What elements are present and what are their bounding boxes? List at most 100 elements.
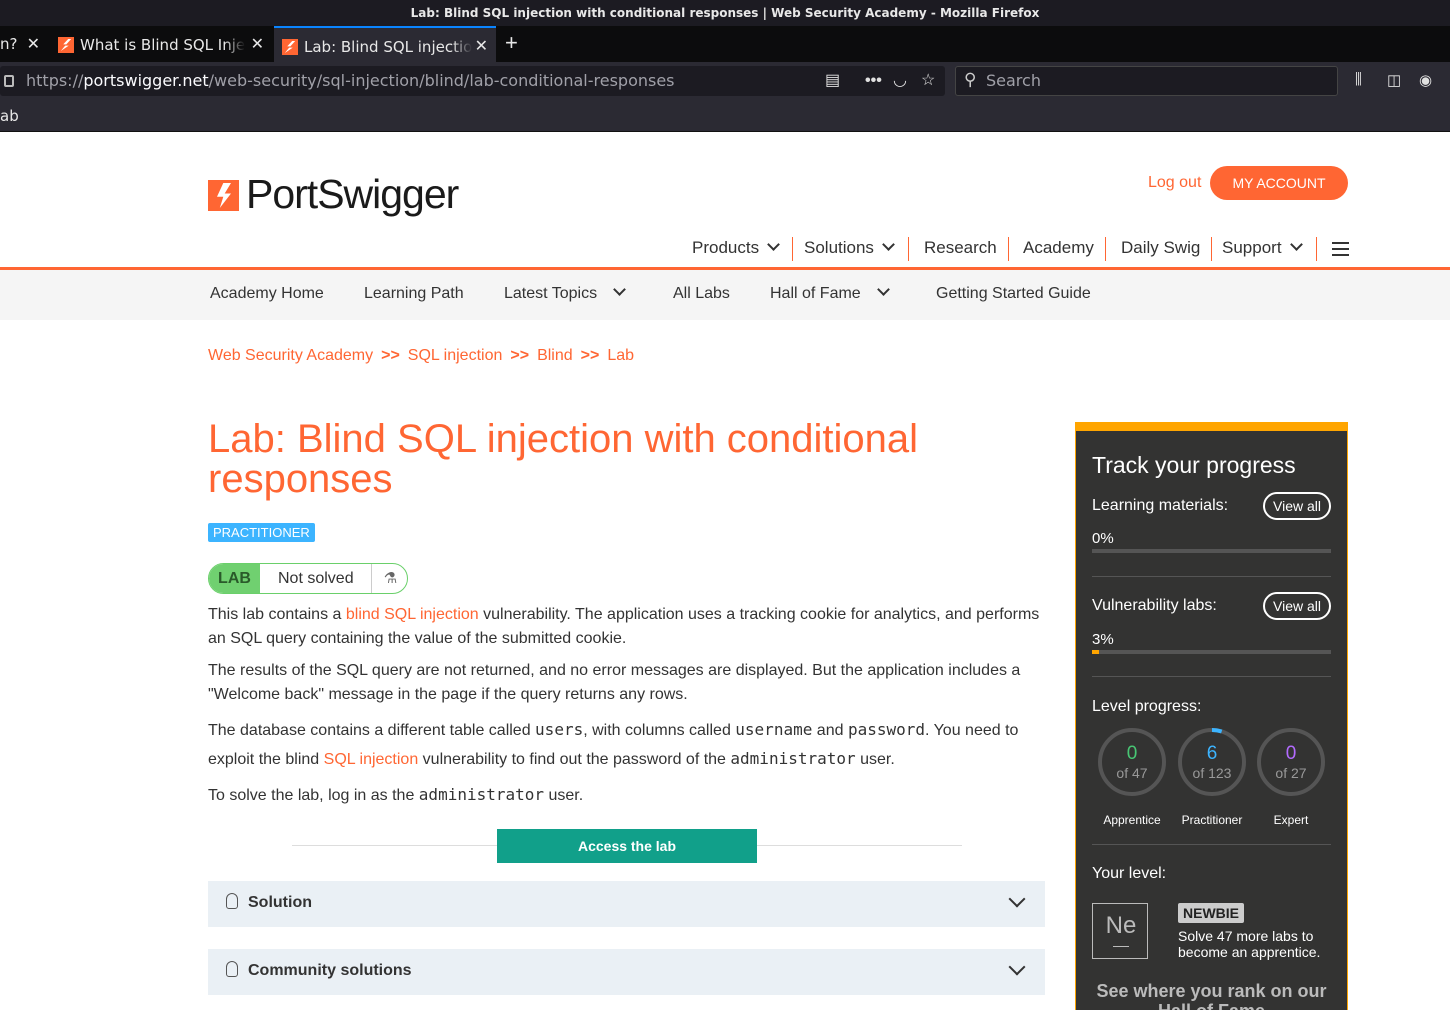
lab-description-3: The database contains a different table …: [208, 720, 1019, 768]
lightbulb-icon: [226, 961, 238, 977]
lab-description-4: To solve the lab, log in as the administ…: [208, 785, 584, 804]
solution-accordion[interactable]: Solution: [208, 881, 1045, 927]
access-lab-button[interactable]: Access the lab: [497, 829, 757, 863]
breadcrumb: Web Security Academy >> SQL injection >> Bli…: [208, 347, 634, 365]
subnav-latest-topics[interactable]: Latest Topics: [504, 283, 626, 303]
url-text[interactable]: https://portswigger.net/web-security/sql…: [26, 66, 675, 96]
view-all-labs-button[interactable]: View all: [1263, 592, 1331, 620]
community-solutions-accordion[interactable]: Community solutions: [208, 949, 1045, 995]
labs-progress-bar: [1092, 650, 1331, 654]
nav-divider: [1008, 237, 1009, 261]
page: PortSwigger Log out MY ACCOUNT Products …: [0, 133, 1450, 1010]
subnav-hall-of-fame[interactable]: Hall of Fame: [770, 283, 890, 303]
lab-status: Not solved: [278, 570, 354, 587]
nav-divider: [792, 237, 793, 261]
tab-blind-sql[interactable]: What is Blind SQL Injection? ✕: [50, 26, 272, 62]
academy-subnav: Academy Home Learning Path Latest Topics…: [0, 270, 1450, 320]
logo-text: PortSwigger: [246, 171, 459, 217]
subnav-academy-home[interactable]: Academy Home: [210, 285, 324, 303]
nav-research[interactable]: Research: [924, 238, 997, 258]
expert-ring: 0 of 27: [1256, 727, 1326, 797]
level-description: Solve 47 more labs to become an apprenti…: [1178, 928, 1321, 960]
nav-solutions[interactable]: Solutions: [804, 238, 895, 258]
logout-link[interactable]: Log out: [1148, 174, 1201, 192]
portswigger-logo-icon: [208, 180, 239, 211]
my-account-button[interactable]: MY ACCOUNT: [1210, 166, 1348, 200]
nav-daily-swig[interactable]: Daily Swig: [1121, 238, 1200, 258]
your-level-label: Your level:: [1092, 865, 1167, 882]
vulnerability-labs-label: Vulnerability labs:: [1092, 597, 1217, 614]
hamburger-menu-icon[interactable]: [1332, 242, 1349, 260]
view-all-learning-button[interactable]: View all: [1263, 492, 1331, 520]
practitioner-ring: 6 of 123: [1177, 727, 1247, 797]
page-actions-icon[interactable]: •••: [865, 66, 882, 96]
lock-icon[interactable]: [4, 75, 14, 87]
tab-previous[interactable]: n? ✕: [0, 26, 48, 62]
nav-divider: [1105, 237, 1106, 261]
close-tab-icon[interactable]: ✕: [27, 26, 40, 62]
tab-bar: n? ✕ What is Blind SQL Injection? ✕ Lab:…: [0, 26, 1450, 62]
learning-materials-label: Learning materials:: [1092, 497, 1229, 514]
nav-divider: [1211, 237, 1212, 261]
breadcrumb-separator: >>: [580, 347, 600, 364]
pocket-icon[interactable]: ◡: [893, 66, 907, 96]
nav-divider: [908, 237, 909, 261]
breadcrumb-sql-injection[interactable]: SQL injection: [408, 347, 503, 364]
bookmark-item[interactable]: ab: [0, 107, 19, 125]
apprentice-ring: 0 of 47: [1097, 727, 1167, 797]
tab-lab[interactable]: Lab: Blind SQL injection with conditiona…: [274, 26, 496, 62]
close-tab-icon[interactable]: ✕: [475, 28, 488, 62]
chevron-down-icon: [613, 283, 626, 296]
breadcrumb-blind[interactable]: Blind: [537, 347, 573, 364]
community-solutions-label: Community solutions: [248, 962, 412, 979]
lab-description-1: This lab contains a blind SQL injection …: [208, 606, 1040, 647]
divider: [1092, 576, 1331, 577]
tab-label: n?: [0, 35, 18, 53]
chevron-down-icon: [1008, 958, 1026, 976]
page-title: Lab: Blind SQL injection with conditiona…: [208, 417, 919, 501]
bookmarks-bar: ab: [0, 100, 1450, 132]
learning-percent: 0%: [1092, 530, 1114, 547]
new-tab-button[interactable]: +: [505, 26, 518, 62]
progress-title: Track your progress: [1092, 452, 1296, 478]
subnav-learning-path[interactable]: Learning Path: [364, 285, 464, 303]
solution-label: Solution: [248, 894, 312, 911]
lightbulb-icon: [226, 893, 238, 909]
nav-products[interactable]: Products: [692, 238, 780, 258]
bookmark-star-icon[interactable]: ☆: [921, 66, 935, 96]
hall-of-fame-link[interactable]: See where you rank on our Hall of Fame: [1092, 981, 1331, 1010]
sidebar-icon[interactable]: ◫: [1387, 71, 1401, 89]
chevron-down-icon: [1008, 890, 1026, 908]
sqli-link[interactable]: SQL injection: [324, 751, 419, 768]
reader-mode-icon[interactable]: ▤: [825, 66, 840, 96]
search-bar[interactable]: ⚲ Search: [955, 66, 1338, 96]
expert-label: Expert: [1273, 813, 1309, 827]
tab-label: What is Blind SQL Injection?: [80, 35, 245, 54]
practitioner-label: Practitioner: [1181, 813, 1243, 827]
search-input[interactable]: Search: [986, 67, 1041, 95]
chevron-down-icon: [882, 238, 895, 251]
breadcrumb-web-security-academy[interactable]: Web Security Academy: [208, 347, 373, 364]
level-name-badge: NEWBIE: [1178, 903, 1244, 923]
library-icon[interactable]: ⫼: [1355, 71, 1362, 88]
flask-icon: ⚗: [371, 564, 407, 593]
lab-description-2: The results of the SQL query are not ret…: [208, 662, 1021, 703]
main-nav: Products Solutions Research Academy Dail…: [0, 233, 1450, 267]
subnav-getting-started[interactable]: Getting Started Guide: [936, 285, 1091, 303]
nav-academy[interactable]: Academy: [1023, 238, 1094, 258]
url-bar[interactable]: https://portswigger.net/web-security/sql…: [0, 66, 945, 96]
close-tab-icon[interactable]: ✕: [251, 26, 264, 62]
tab-label: Lab: Blind SQL injection with conditiona…: [304, 37, 472, 56]
level-badge: PRACTITIONER: [208, 523, 315, 542]
nav-divider: [1316, 237, 1317, 261]
nav-toolbar: https://portswigger.net/web-security/sql…: [0, 62, 1450, 100]
level-symbol-text: Ne: [1105, 912, 1137, 939]
learning-progress-bar: [1092, 549, 1331, 553]
chevron-down-icon: [1289, 238, 1303, 251]
account-icon[interactable]: ◉: [1419, 71, 1432, 89]
nav-support[interactable]: Support: [1222, 238, 1303, 258]
lab-status-widget: LAB Not solved ⚗: [208, 563, 408, 594]
subnav-all-labs[interactable]: All Labs: [673, 285, 730, 303]
breadcrumb-lab[interactable]: Lab: [607, 347, 634, 364]
blind-sqli-link[interactable]: blind SQL injection: [346, 606, 479, 623]
